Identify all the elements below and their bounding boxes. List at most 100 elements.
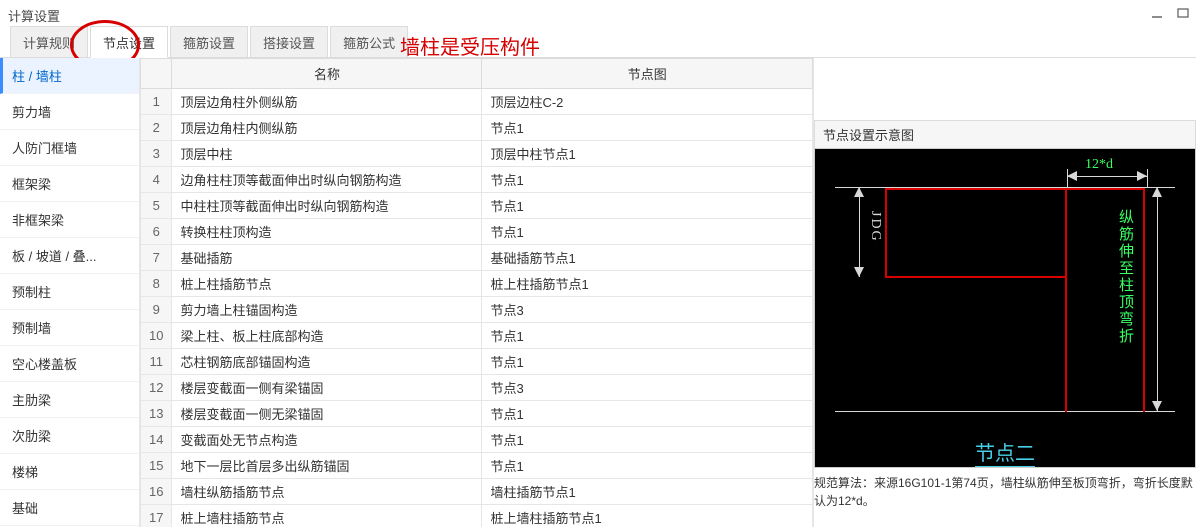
sidebar: 柱 / 墙柱 剪力墙 人防门框墙 框架梁 非框架梁 板 / 坡道 / 叠... … — [0, 58, 140, 527]
cell-node[interactable]: 基础插筋节点1 — [482, 245, 813, 271]
cell-node[interactable]: 节点1 — [482, 115, 813, 141]
col-rownum — [141, 59, 172, 89]
sidebar-item-frame-beam[interactable]: 框架梁 — [0, 166, 139, 202]
table-row[interactable]: 12楼层变截面一侧有梁锚固节点3 — [141, 375, 813, 401]
row-number: 12 — [141, 375, 172, 401]
sidebar-item-secondary-rib[interactable]: 次肋梁 — [0, 418, 139, 454]
rules-table-wrap[interactable]: 名称 节点图 1顶层边角柱外侧纵筋顶层边柱C-22顶层边角柱内侧纵筋节点13顶层… — [140, 58, 814, 527]
cell-name[interactable]: 墙柱纵筋插筋节点 — [172, 479, 482, 505]
cell-name[interactable]: 变截面处无节点构造 — [172, 427, 482, 453]
sidebar-item-prefab-wall[interactable]: 预制墙 — [0, 310, 139, 346]
sidebar-item-hollow-slab[interactable]: 空心楼盖板 — [0, 346, 139, 382]
row-number: 8 — [141, 271, 172, 297]
title-bar: 计算设置 — [0, 0, 1196, 30]
col-name: 名称 — [172, 59, 482, 89]
preview-panel: 节点设置示意图 — [814, 58, 1196, 527]
sidebar-item-prefab-column[interactable]: 预制柱 — [0, 274, 139, 310]
sidebar-item-main-rib[interactable]: 主肋梁 — [0, 382, 139, 418]
row-number: 1 — [141, 89, 172, 115]
cell-node[interactable]: 桩上柱插筋节点1 — [482, 271, 813, 297]
table-row[interactable]: 8桩上柱插筋节点桩上柱插筋节点1 — [141, 271, 813, 297]
tab-node-settings[interactable]: 节点设置 — [90, 26, 168, 58]
cell-name[interactable]: 顶层中柱 — [172, 141, 482, 167]
sidebar-item-column-wall[interactable]: 柱 / 墙柱 — [0, 58, 139, 94]
cell-name[interactable]: 桩上墙柱插筋节点 — [172, 505, 482, 527]
maximize-button[interactable] — [1176, 6, 1190, 20]
row-number: 2 — [141, 115, 172, 141]
cell-node[interactable]: 节点3 — [482, 297, 813, 323]
diagram-canvas: 12*d JDG 纵筋伸至柱顶弯折 节点二 — [814, 148, 1196, 468]
preview-title: 节点设置示意图 — [814, 120, 1196, 148]
table-row[interactable]: 1顶层边角柱外侧纵筋顶层边柱C-2 — [141, 89, 813, 115]
tab-stirrup-settings[interactable]: 箍筋设置 — [170, 26, 248, 57]
table-row[interactable]: 5中柱柱顶等截面伸出时纵向钢筋构造节点1 — [141, 193, 813, 219]
cell-node[interactable]: 节点1 — [482, 427, 813, 453]
table-row[interactable]: 16墙柱纵筋插筋节点墙柱插筋节点1 — [141, 479, 813, 505]
tab-bar: 计算规则 节点设置 箍筋设置 搭接设置 箍筋公式 — [0, 30, 1196, 58]
cell-node[interactable]: 节点1 — [482, 219, 813, 245]
cell-node[interactable]: 墙柱插筋节点1 — [482, 479, 813, 505]
cell-name[interactable]: 桩上柱插筋节点 — [172, 271, 482, 297]
row-number: 4 — [141, 167, 172, 193]
table-row[interactable]: 4边角柱柱顶等截面伸出时纵向钢筋构造节点1 — [141, 167, 813, 193]
row-number: 3 — [141, 141, 172, 167]
sidebar-item-defense-door[interactable]: 人防门框墙 — [0, 130, 139, 166]
tab-calc-rules[interactable]: 计算规则 — [10, 26, 88, 57]
row-number: 6 — [141, 219, 172, 245]
sidebar-item-stairs[interactable]: 楼梯 — [0, 454, 139, 490]
table-row[interactable]: 7基础插筋基础插筋节点1 — [141, 245, 813, 271]
row-number: 13 — [141, 401, 172, 427]
col-node: 节点图 — [482, 59, 813, 89]
row-number: 10 — [141, 323, 172, 349]
sidebar-item-shearwall[interactable]: 剪力墙 — [0, 94, 139, 130]
table-row[interactable]: 2顶层边角柱内侧纵筋节点1 — [141, 115, 813, 141]
sidebar-item-slab[interactable]: 板 / 坡道 / 叠... — [0, 238, 139, 274]
cell-name[interactable]: 转换柱柱顶构造 — [172, 219, 482, 245]
diagram-label-jdg: JDG — [867, 211, 883, 243]
cell-node[interactable]: 节点1 — [482, 323, 813, 349]
table-row[interactable]: 10梁上柱、板上柱底部构造节点1 — [141, 323, 813, 349]
cell-node[interactable]: 顶层中柱节点1 — [482, 141, 813, 167]
cell-name[interactable]: 剪力墙上柱锚固构造 — [172, 297, 482, 323]
diagram-label-vert: 纵筋伸至柱顶弯折 — [1115, 209, 1136, 345]
sidebar-item-foundation[interactable]: 基础 — [0, 490, 139, 526]
sidebar-item-nonframe-beam[interactable]: 非框架梁 — [0, 202, 139, 238]
table-row[interactable]: 13楼层变截面一侧无梁锚固节点1 — [141, 401, 813, 427]
table-row[interactable]: 9剪力墙上柱锚固构造节点3 — [141, 297, 813, 323]
row-number: 11 — [141, 349, 172, 375]
cell-name[interactable]: 边角柱柱顶等截面伸出时纵向钢筋构造 — [172, 167, 482, 193]
cell-node[interactable]: 桩上墙柱插筋节点1 — [482, 505, 813, 527]
diagram-label-12d: 12*d — [1085, 157, 1113, 173]
cell-node[interactable]: 节点3 — [482, 375, 813, 401]
cell-name[interactable]: 芯柱钢筋底部锚固构造 — [172, 349, 482, 375]
cell-node[interactable]: 顶层边柱C-2 — [482, 89, 813, 115]
window-title: 计算设置 — [8, 6, 60, 25]
cell-name[interactable]: 地下一层比首层多出纵筋锚固 — [172, 453, 482, 479]
row-number: 14 — [141, 427, 172, 453]
table-row[interactable]: 15地下一层比首层多出纵筋锚固节点1 — [141, 453, 813, 479]
cell-name[interactable]: 基础插筋 — [172, 245, 482, 271]
cell-name[interactable]: 中柱柱顶等截面伸出时纵向钢筋构造 — [172, 193, 482, 219]
table-row[interactable]: 3顶层中柱顶层中柱节点1 — [141, 141, 813, 167]
table-row[interactable]: 17桩上墙柱插筋节点桩上墙柱插筋节点1 — [141, 505, 813, 527]
minimize-button[interactable] — [1150, 6, 1164, 20]
row-number: 7 — [141, 245, 172, 271]
table-row[interactable]: 6转换柱柱顶构造节点1 — [141, 219, 813, 245]
table-row[interactable]: 14变截面处无节点构造节点1 — [141, 427, 813, 453]
window-controls — [1150, 6, 1190, 20]
cell-node[interactable]: 节点1 — [482, 401, 813, 427]
tab-stirrup-formula[interactable]: 箍筋公式 — [330, 26, 408, 57]
cell-name[interactable]: 顶层边角柱外侧纵筋 — [172, 89, 482, 115]
row-number: 17 — [141, 505, 172, 527]
cell-node[interactable]: 节点1 — [482, 349, 813, 375]
cell-node[interactable]: 节点1 — [482, 453, 813, 479]
tab-lap-settings[interactable]: 搭接设置 — [250, 26, 328, 57]
cell-name[interactable]: 楼层变截面一侧有梁锚固 — [172, 375, 482, 401]
cell-name[interactable]: 梁上柱、板上柱底部构造 — [172, 323, 482, 349]
cell-node[interactable]: 节点1 — [482, 167, 813, 193]
cell-name[interactable]: 楼层变截面一侧无梁锚固 — [172, 401, 482, 427]
cell-node[interactable]: 节点1 — [482, 193, 813, 219]
cell-name[interactable]: 顶层边角柱内侧纵筋 — [172, 115, 482, 141]
table-row[interactable]: 11芯柱钢筋底部锚固构造节点1 — [141, 349, 813, 375]
row-number: 5 — [141, 193, 172, 219]
